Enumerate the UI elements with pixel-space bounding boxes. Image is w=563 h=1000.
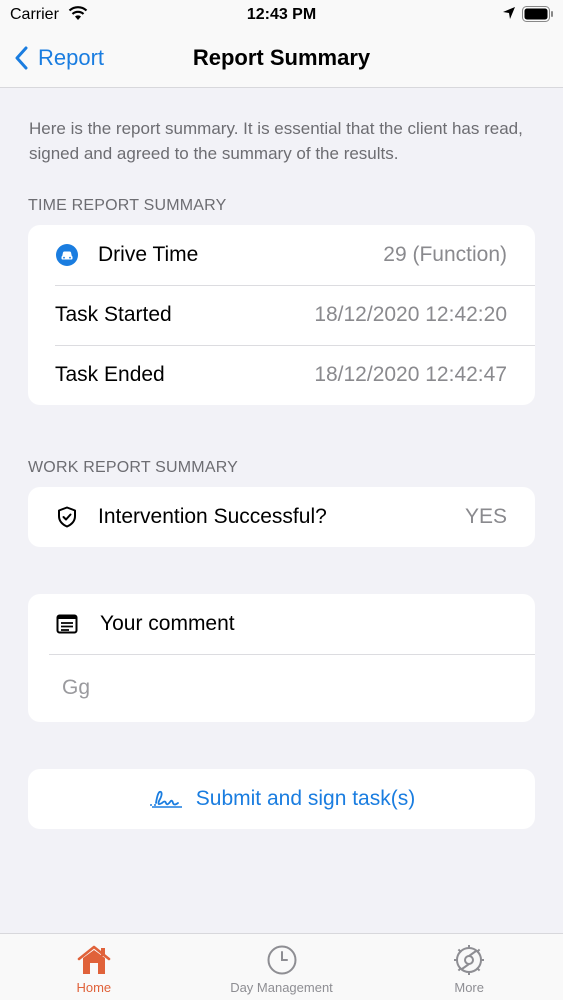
drive-time-row: Drive Time 29 (Function) [28,225,535,285]
status-bar: Carrier 12:43 PM [0,0,563,30]
submit-sign-label: Submit and sign task(s) [195,787,416,810]
note-icon [55,612,79,636]
battery-icon [522,6,554,27]
tab-home-label: Home [76,980,112,995]
task-ended-label: Task Ended [55,363,165,386]
shield-check-icon [55,505,79,529]
status-time: 12:43 PM [246,6,317,23]
tab-more-label: More [454,980,484,995]
tab-more[interactable]: More [375,934,563,1000]
task-ended-value: 18/12/2020 12:42:47 [314,363,507,386]
drive-time-value: 29 (Function) [383,243,507,266]
intro-text: Here is the report summary. It is essent… [29,119,523,163]
drive-time-label: Drive Time [98,243,199,266]
comment-card: Your comment Gg [28,594,535,722]
submit-sign-button[interactable]: Submit and sign task(s) [28,769,535,829]
car-icon [55,243,79,267]
tab-bar: Home Day Management More [0,933,563,1000]
page-title: Report Summary [192,45,371,70]
location-arrow-icon [502,6,516,25]
gear-icon [454,945,485,975]
comment-header-row: Your comment [28,594,535,654]
comment-input[interactable]: Gg [28,654,535,722]
tab-day-management[interactable]: Day Management [188,934,376,1000]
work-summary-card: Intervention Successful? YES [28,487,535,547]
task-started-row: Task Started 18/12/2020 12:42:20 [28,285,535,345]
submit-card: Submit and sign task(s) [28,769,535,829]
comment-label: Your comment [100,612,235,635]
work-section-header: WORK REPORT SUMMARY [28,459,239,476]
tab-day-management-label: Day Management [230,980,333,995]
task-started-label: Task Started [55,303,172,326]
tab-home[interactable]: Home [0,934,188,1000]
task-started-value: 18/12/2020 12:42:20 [314,303,507,326]
task-ended-row: Task Ended 18/12/2020 12:42:47 [28,345,535,405]
signature-icon [149,790,182,808]
time-section-header: TIME REPORT SUMMARY [28,197,227,214]
intervention-value: YES [464,505,507,528]
navigation-bar: Report Report Summary [0,30,563,88]
house-icon [77,945,111,974]
clock-icon [267,945,296,975]
intervention-row: Intervention Successful? YES [28,487,535,547]
time-summary-card: Drive Time 29 (Function) Task Started 18… [28,225,535,405]
intervention-label: Intervention Successful? [98,505,327,528]
